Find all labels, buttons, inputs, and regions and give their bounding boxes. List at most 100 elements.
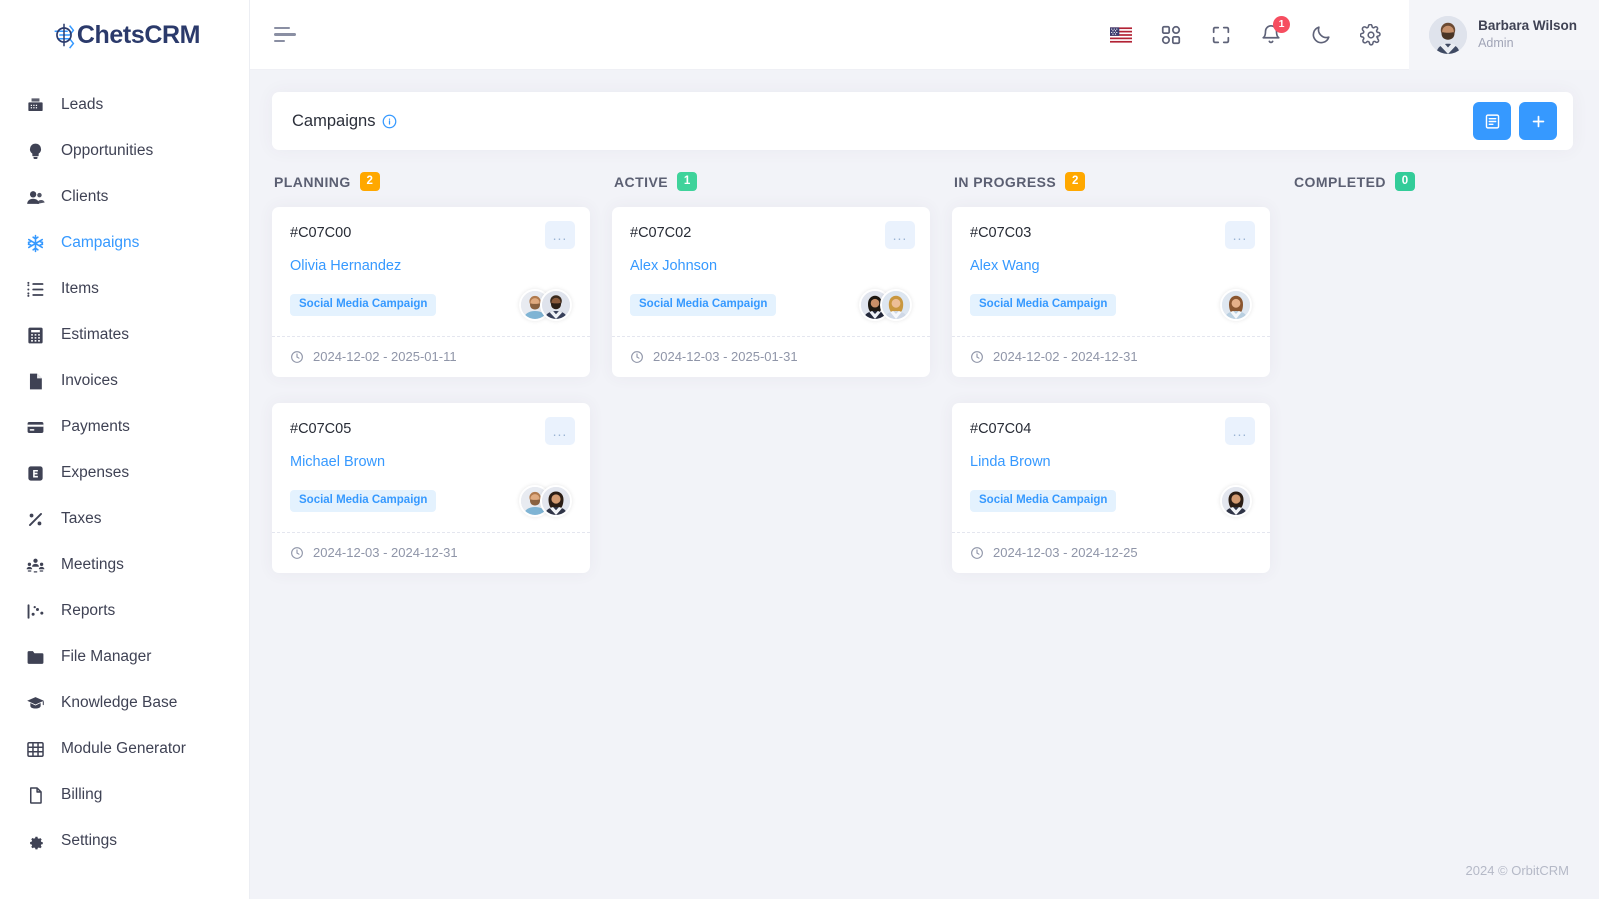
card-date-range: 2024-12-03 - 2025-01-31 [653, 349, 798, 364]
card-id: #C07C03 [970, 225, 1032, 241]
card-body: #C07C03 ... Alex Wang Social Media Campa… [952, 207, 1270, 336]
sidebar-item-invoices[interactable]: Invoices [0, 358, 249, 404]
sidebar-item-expenses[interactable]: Expenses [0, 450, 249, 496]
list-view-button[interactable] [1473, 102, 1511, 140]
kanban-column-completed: COMPLETED 0 [1292, 172, 1599, 599]
sidebar-item-label: Clients [61, 188, 109, 205]
card-menu-button[interactable]: ... [1225, 221, 1255, 249]
card-menu-button[interactable]: ... [545, 221, 575, 249]
sidebar-item-clients[interactable]: Clients [0, 174, 249, 220]
app-root: ChetsCRM Leads Opportunities Clients Cam… [0, 0, 1599, 899]
campaign-card[interactable]: #C07C00 ... Olivia Hernandez Social Medi… [272, 207, 590, 377]
profile-name: Barbara Wilson [1478, 17, 1577, 33]
dark-mode-moon-icon[interactable] [1309, 23, 1333, 47]
campaign-card[interactable]: #C07C04 ... Linda Brown Social Media Cam… [952, 403, 1270, 573]
sidebar-item-estimates[interactable]: Estimates [0, 312, 249, 358]
column-title: IN PROGRESS [954, 173, 1057, 190]
calculator-icon [26, 326, 45, 345]
card-body: #C07C04 ... Linda Brown Social Media Cam… [952, 403, 1270, 532]
card-avatar-group[interactable] [1220, 289, 1252, 321]
column-count-badge: 2 [1065, 172, 1086, 191]
campaign-card[interactable]: #C07C05 ... Michael Brown Social Media C… [272, 403, 590, 573]
apps-grid-icon[interactable] [1159, 23, 1183, 47]
card-meta-row: Social Media Campaign [290, 288, 572, 322]
copyright-text: 2024 © OrbitCRM [1465, 862, 1570, 878]
page-header-card: Campaigns [272, 92, 1573, 150]
sidebar-item-label: Meetings [61, 556, 124, 573]
card-avatar-group[interactable] [1220, 485, 1252, 517]
card-footer: 2024-12-02 - 2024-12-31 [952, 336, 1270, 377]
column-title: PLANNING [274, 173, 351, 190]
info-circle-icon[interactable] [382, 114, 397, 129]
card-date-range: 2024-12-03 - 2024-12-25 [993, 545, 1138, 560]
card-avatar-group[interactable] [859, 289, 912, 321]
users-icon [26, 188, 45, 207]
content-area: Campaigns PLANNING 2 #C07C00 ... Olivia … [250, 70, 1599, 841]
card-footer: 2024-12-03 - 2024-12-31 [272, 532, 590, 573]
campaign-card[interactable]: #C07C03 ... Alex Wang Social Media Campa… [952, 207, 1270, 377]
fax-icon [26, 96, 45, 115]
sidebar-item-payments[interactable]: Payments [0, 404, 249, 450]
avatar [1429, 15, 1468, 54]
card-menu-button[interactable]: ... [885, 221, 915, 249]
card-person-link[interactable]: Michael Brown [290, 454, 572, 470]
user-profile-menu[interactable]: Barbara Wilson Admin [1409, 0, 1599, 70]
sidebar-item-leads[interactable]: Leads [0, 82, 249, 128]
sidebar-item-label: Campaigns [61, 234, 140, 251]
sidebar-item-opportunities[interactable]: Opportunities [0, 128, 249, 174]
kanban-column-in-progress: IN PROGRESS 2 #C07C03 ... Alex Wang Soci… [952, 172, 1270, 599]
sidebar-item-module-generator[interactable]: Module Generator [0, 726, 249, 772]
hamburger-icon[interactable] [274, 22, 300, 48]
notifications-bell-icon[interactable]: 1 [1259, 15, 1291, 47]
sidebar-item-items[interactable]: Items [0, 266, 249, 312]
clock-icon [970, 350, 984, 364]
topbar-icon-group: 1 [1109, 15, 1409, 47]
sidebar-item-label: Payments [61, 418, 130, 435]
sidebar-item-settings[interactable]: Settings [0, 818, 249, 864]
card-menu-button[interactable]: ... [1225, 417, 1255, 445]
sidebar-item-file-manager[interactable]: File Manager [0, 634, 249, 680]
document-icon [26, 786, 45, 805]
main-area: 1 Barbara Wilson Admin Campaigns PLANNIN… [250, 0, 1599, 899]
brand-logo[interactable]: ChetsCRM [0, 0, 249, 70]
card-meta-row: Social Media Campaign [970, 288, 1252, 322]
fullscreen-icon[interactable] [1209, 23, 1233, 47]
card-person-link[interactable]: Alex Johnson [630, 258, 912, 274]
page-footer: 2024 © OrbitCRM [250, 841, 1599, 899]
card-person-link[interactable]: Alex Wang [970, 258, 1252, 274]
kanban-board: PLANNING 2 #C07C00 ... Olivia Hernandez … [272, 172, 1573, 599]
sidebar-item-campaigns[interactable]: Campaigns [0, 220, 249, 266]
sidebar-item-taxes[interactable]: Taxes [0, 496, 249, 542]
sidebar-item-meetings[interactable]: Meetings [0, 542, 249, 588]
sidebar-item-reports[interactable]: Reports [0, 588, 249, 634]
sidebar: ChetsCRM Leads Opportunities Clients Cam… [0, 0, 250, 899]
grid-table-icon [26, 740, 45, 759]
sidebar-item-label: Settings [61, 832, 118, 849]
sidebar-item-label: Expenses [61, 464, 130, 481]
card-id: #C07C04 [970, 421, 1032, 437]
card-date-range: 2024-12-03 - 2024-12-31 [313, 545, 458, 560]
card-tag: Social Media Campaign [290, 490, 437, 512]
card-person-link[interactable]: Linda Brown [970, 454, 1252, 470]
card-meta-row: Social Media Campaign [630, 288, 912, 322]
language-flag-us-icon[interactable] [1109, 23, 1133, 47]
sidebar-item-label: Billing [61, 786, 103, 803]
card-avatar-group[interactable] [519, 289, 572, 321]
sidebar-item-billing[interactable]: Billing [0, 772, 249, 818]
add-campaign-button[interactable] [1519, 102, 1557, 140]
female-curly-avatar [1220, 485, 1252, 517]
sidebar-item-label: Leads [61, 96, 104, 113]
column-header: IN PROGRESS 2 [952, 172, 1270, 191]
column-header: ACTIVE 1 [612, 172, 930, 191]
campaign-card[interactable]: #C07C02 ... Alex Johnson Social Media Ca… [612, 207, 930, 377]
sidebar-item-knowledge-base[interactable]: Knowledge Base [0, 680, 249, 726]
settings-gear-icon[interactable] [1359, 23, 1383, 47]
card-tag: Social Media Campaign [970, 294, 1117, 316]
card-date-range: 2024-12-02 - 2025-01-11 [313, 349, 457, 364]
card-footer: 2024-12-03 - 2025-01-31 [612, 336, 930, 377]
card-person-link[interactable]: Olivia Hernandez [290, 258, 572, 274]
card-avatar-group[interactable] [519, 485, 572, 517]
folder-icon [26, 648, 45, 667]
card-menu-button[interactable]: ... [545, 417, 575, 445]
card-id: #C07C00 [290, 225, 352, 241]
